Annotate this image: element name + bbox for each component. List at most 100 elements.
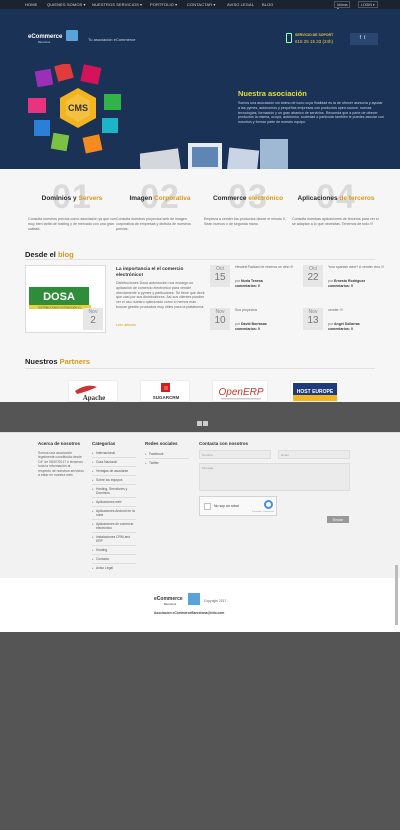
nav-home[interactable]: HOME	[25, 2, 37, 7]
slider-pagination[interactable]	[197, 413, 209, 426]
logo-subtext: Barcelona	[164, 603, 177, 606]
category-link[interactable]: Aviso Legal	[92, 566, 136, 570]
tile-green	[104, 94, 121, 110]
svg-text:DOSA: DOSA	[43, 291, 75, 303]
blog-post[interactable]: Oct 22 Your spanish wine? A vender vino !…	[303, 265, 391, 300]
featured-post-image[interactable]: DOSA DISTRIBUCIONES AUTOMOCIÓN S.L Nov 2	[25, 265, 106, 333]
service-dominios[interactable]: 01 Dominios y Servers Consulta nuestros …	[28, 180, 116, 231]
email-field[interactable]: Email	[278, 450, 350, 459]
support-number: 615 25 15 33 (24h)	[295, 39, 334, 44]
post-meta: por Ernesto Rodríguez comentarios: 0	[328, 279, 366, 288]
service-text: Consulta nuestros precios como asociació…	[28, 217, 116, 231]
recaptcha-checkbox[interactable]	[204, 503, 211, 510]
send-button[interactable]: Enviar	[327, 516, 349, 523]
slider-dot[interactable]	[203, 421, 208, 426]
site-logo[interactable]: eCommerce Barcelona	[28, 30, 78, 44]
date-badge: Nov 2	[83, 308, 103, 330]
service-title: Commerce electrónico	[212, 195, 284, 202]
contact-email[interactable]: Asociación eCommerceBarcelona@info.com	[154, 611, 224, 615]
blog-heading: Desde el blog	[25, 250, 74, 259]
post-title[interactable]: Sus proyectos	[235, 308, 297, 313]
category-link[interactable]: Contacto	[92, 557, 136, 561]
partner-apache[interactable]: Apache	[68, 380, 118, 402]
blog-post[interactable]: Nov 13 vender !!! por Angel Sollarras come…	[303, 308, 391, 343]
category-link[interactable]: Sobre los equipos	[92, 478, 136, 482]
message-field[interactable]: Mensaje	[199, 463, 350, 491]
site-tagline: Tu asociación eCommerce	[88, 37, 136, 42]
read-more-link[interactable]: Leer artículo	[116, 323, 136, 327]
recaptcha-privacy[interactable]: Privacidad - Condiciones	[252, 511, 274, 513]
date-badge: Nov 13	[303, 308, 323, 330]
social-links[interactable]: ft	[350, 33, 378, 45]
logo-text: eCommerce	[28, 34, 63, 40]
featured-post-title[interactable]: La importancia el el comercio electrónic…	[116, 267, 206, 279]
support-phone: SERVICIO DE SOPORT 615 25 15 33 (24h)	[286, 33, 334, 47]
category-link[interactable]: Aplicaciones de comercio electrónico	[92, 522, 136, 530]
twitter-icon[interactable]: t	[364, 35, 368, 41]
footer-categories: Categorías	[92, 441, 115, 446]
support-label: SERVICIO DE SOPORT	[295, 33, 334, 37]
post-title[interactable]: Your spanish wine? A vender vino !!!	[328, 265, 390, 270]
tile-magenta	[28, 98, 46, 113]
date-badge: Oct 15	[210, 265, 230, 287]
post-title[interactable]: Hewlett Packard te reserva un dino !!!	[235, 265, 297, 270]
category-link[interactable]: Hosting, Servidores y Dominios	[92, 487, 136, 495]
category-link[interactable]: Internacional	[92, 451, 136, 455]
category-link[interactable]: Aplicaciones Android en la nube	[92, 509, 136, 517]
svg-text:HOST EUROPE: HOST EUROPE	[297, 389, 334, 395]
service-title: Aplicaciones de terceros	[297, 195, 375, 202]
svg-text:SUGARCRM: SUGARCRM	[153, 395, 180, 400]
language-dropdown[interactable]: Idioma ▾	[334, 1, 350, 11]
partner-hosteurope[interactable]: HOST EUROPE	[290, 380, 338, 402]
svg-text:DISTRIBUCIONES AUTOMOCIÓN S.L: DISTRIBUCIONES AUTOMOCIÓN S.L	[38, 306, 82, 309]
partner-sugarcrm[interactable]: SUGARCRM	[140, 380, 190, 402]
nav-contactar[interactable]: CONTACTAR ▾	[187, 2, 216, 7]
hero-text: Somos una asociación sin ánimo de lucro …	[238, 101, 384, 125]
recaptcha-icon	[264, 500, 273, 509]
category-link[interactable]: Aplicaciones web	[92, 500, 136, 504]
post-meta: por Nuria Tenesa comentarios: 0	[235, 279, 263, 288]
svg-text:CMS: CMS	[68, 103, 88, 113]
nav-blog[interactable]: BLOG	[262, 2, 274, 7]
copyright: Copyright 2017 -	[204, 599, 229, 603]
partner-openerp[interactable]: OpenERP	[212, 380, 268, 402]
hero-title: Nuestra asociación	[238, 89, 307, 98]
twitter-link[interactable]: Twitter	[145, 461, 189, 465]
logo-text: eCommerce	[154, 596, 183, 602]
category-link[interactable]: Instalaciones CRM and ERP	[92, 535, 136, 543]
name-field[interactable]: Nombre	[199, 450, 271, 459]
footer-about: Acerca de nosotros	[38, 441, 80, 446]
blog-post[interactable]: Nov 10 Sus proyectos por David Borrasas co…	[210, 308, 298, 343]
tile-blue	[34, 120, 50, 136]
service-title: Imagen Corporativa	[129, 195, 191, 202]
logo-cart-icon	[66, 30, 78, 41]
scrollbar-thumb[interactable]	[395, 565, 398, 625]
category-link[interactable]: Guía Nacional	[92, 460, 136, 464]
service-commerce[interactable]: 03 Commerce electrónico Empieza a vender…	[204, 180, 292, 227]
tile-red	[54, 64, 74, 82]
nav-servicios[interactable]: NUESTROS SERVICIOS ▾	[92, 2, 142, 7]
login-dropdown[interactable]: LOGIN ▾	[358, 1, 378, 8]
facebook-link[interactable]: Facebook	[145, 452, 189, 456]
service-text: Empieza a vender tus productos desde el …	[204, 217, 286, 226]
post-meta: por David Borrasas comentarios: 0	[235, 322, 267, 331]
footer-heading: Redes sociales	[145, 441, 178, 446]
nav-aviso-legal[interactable]: AVISO LEGAL	[227, 2, 254, 7]
footer-heading: Contacta con nosotros	[199, 441, 249, 446]
category-link[interactable]: Hosting	[92, 548, 136, 552]
recaptcha-widget[interactable]: No soy un robot Privacidad - Condiciones	[199, 496, 277, 516]
tile-cyan	[102, 118, 118, 133]
service-imagen[interactable]: 02 Imagen Corporativa Consulta nuestros …	[116, 180, 204, 231]
post-title[interactable]: vender !!!	[328, 308, 390, 313]
blog-post[interactable]: Oct 15 Hewlett Packard te reserva un dino…	[210, 265, 298, 300]
footer-logo[interactable]: eCommerce Barcelona	[154, 593, 200, 606]
tile-pink	[80, 64, 102, 85]
slider-dot[interactable]	[197, 421, 202, 426]
cms-illustration: CMS	[28, 64, 121, 154]
logo-cart-icon	[188, 593, 200, 605]
service-text: Consulta nuestros proyectos web de image…	[116, 217, 191, 231]
nav-portfolio[interactable]: PORTFOLIO ▾	[150, 2, 177, 7]
category-link[interactable]: Ventajas de asociarse	[92, 469, 136, 473]
nav-quienes-somos[interactable]: QUIENES SOMOS ▾	[47, 2, 86, 7]
service-aplicaciones[interactable]: 04 Aplicaciones de terceros Consulta nue…	[292, 180, 380, 227]
